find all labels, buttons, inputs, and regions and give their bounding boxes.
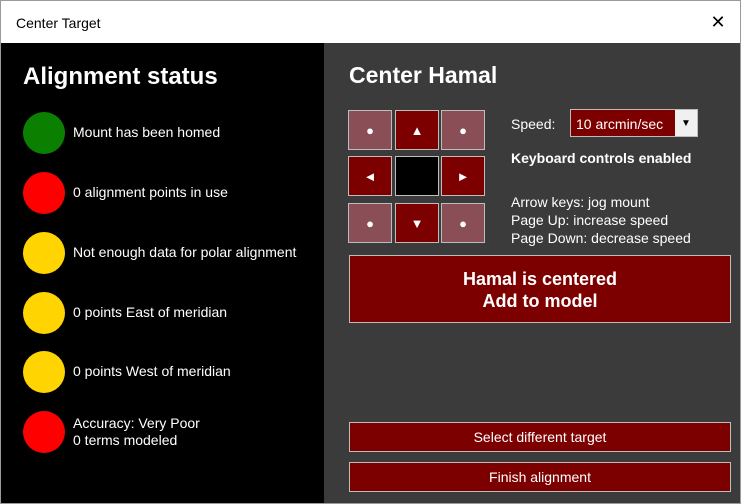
status-text: 0 points East of meridian xyxy=(73,304,228,320)
status-text: Accuracy: Very Poor 0 terms modeled xyxy=(73,415,200,449)
add-to-model-label: Add to model xyxy=(482,291,598,311)
speed-value: 10 arcmin/sec xyxy=(576,116,664,132)
speed-label: Speed: xyxy=(511,116,556,132)
select-different-target-button[interactable]: Select different target xyxy=(349,422,731,452)
jog-left-button[interactable]: ◄ xyxy=(348,156,392,196)
status-text: Not enough data for polar alignment xyxy=(73,244,297,260)
jog-down-button[interactable]: ▼ xyxy=(395,203,439,243)
jog-center-indicator xyxy=(395,156,439,196)
accuracy-text: Accuracy: Very Poor xyxy=(73,415,200,431)
status-text: 0 alignment points in use xyxy=(73,184,228,200)
finish-alignment-button[interactable]: Finish alignment xyxy=(349,462,731,492)
status-row-east: 0 points East of meridian xyxy=(1,292,324,338)
add-to-model-button[interactable]: Hamal is centered Add to model xyxy=(349,255,731,323)
alignment-status-panel: Alignment status Mount has been homed 0 … xyxy=(1,43,324,503)
status-row-accuracy: Accuracy: Very Poor 0 terms modeled xyxy=(1,411,324,457)
status-row-homed: Mount has been homed xyxy=(1,112,324,158)
chevron-down-icon[interactable]: ▼ xyxy=(675,110,697,136)
speed-dropdown[interactable]: 10 arcmin/sec ▼ xyxy=(570,109,698,137)
title-bar: Center Target ✕ xyxy=(1,1,740,43)
window-title: Center Target xyxy=(16,15,101,31)
status-indicator-red xyxy=(23,411,65,453)
status-text: 0 points West of meridian xyxy=(73,363,231,379)
center-target-window: Center Target ✕ Alignment status Mount h… xyxy=(0,0,741,504)
jog-right-button[interactable]: ► xyxy=(441,156,485,196)
close-icon[interactable]: ✕ xyxy=(696,1,740,43)
status-row-polar-alignment: Not enough data for polar alignment xyxy=(1,232,324,278)
center-target-heading: Center Hamal xyxy=(349,62,498,88)
help-page-up: Page Up: increase speed xyxy=(511,212,669,228)
jog-southeast-button[interactable]: ● xyxy=(441,203,485,243)
center-target-panel: Center Hamal ● ▲ ● ◄ ► ● ▼ ● Speed: 10 a… xyxy=(324,43,740,503)
alignment-status-heading: Alignment status xyxy=(23,63,218,90)
status-text: Mount has been homed xyxy=(73,124,221,140)
centered-label: Hamal is centered xyxy=(462,269,618,289)
help-arrow-keys: Arrow keys: jog mount xyxy=(511,194,650,210)
help-page-down: Page Down: decrease speed xyxy=(511,230,691,246)
terms-text: 0 terms modeled xyxy=(73,432,178,448)
jog-northwest-button[interactable]: ● xyxy=(348,110,392,150)
status-row-west: 0 points West of meridian xyxy=(1,351,324,397)
status-indicator-yellow xyxy=(23,232,65,274)
jog-northeast-button[interactable]: ● xyxy=(441,110,485,150)
jog-up-button[interactable]: ▲ xyxy=(395,110,439,150)
status-row-alignment-points: 0 alignment points in use xyxy=(1,172,324,218)
status-indicator-red xyxy=(23,172,65,214)
status-indicator-yellow xyxy=(23,351,65,393)
status-indicator-yellow xyxy=(23,292,65,334)
keyboard-controls-status: Keyboard controls enabled xyxy=(511,150,692,166)
jog-southwest-button[interactable]: ● xyxy=(348,203,392,243)
status-indicator-green xyxy=(23,112,65,154)
